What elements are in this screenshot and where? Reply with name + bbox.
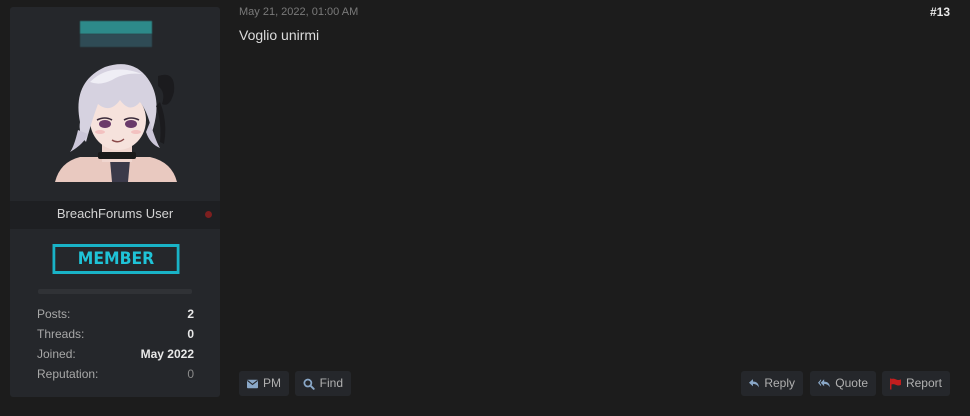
find-button-label: Find xyxy=(319,376,343,390)
author-stats: Posts: 2 Threads: 0 Joined: May 2022 Rep… xyxy=(37,304,194,384)
stat-value[interactable]: 2 xyxy=(187,304,194,324)
usertitle-bar: BreachForums User xyxy=(10,201,220,229)
stat-label: Posts: xyxy=(37,307,71,321)
post-date: May 21, 2022, 01:00 AM xyxy=(239,6,359,18)
stat-value[interactable]: 0 xyxy=(187,324,194,344)
offline-dot-icon xyxy=(205,211,212,218)
envelope-icon xyxy=(247,379,258,388)
flag-icon xyxy=(890,378,901,389)
quote-button-label: Quote xyxy=(835,376,868,390)
quote-button[interactable]: Quote xyxy=(810,371,876,396)
reply-button-label: Reply xyxy=(764,376,795,390)
report-button-label: Report xyxy=(905,376,942,390)
stat-posts: Posts: 2 xyxy=(37,304,194,324)
stat-value: May 2022 xyxy=(140,347,194,361)
pm-button[interactable]: PM xyxy=(239,371,289,396)
search-icon xyxy=(303,378,315,390)
stat-label: Threads: xyxy=(37,327,85,341)
report-button[interactable]: Report xyxy=(882,371,950,396)
stat-label: Reputation: xyxy=(37,367,99,381)
username-redacted[interactable] xyxy=(80,21,152,47)
find-button[interactable]: Find xyxy=(295,371,351,396)
stat-reputation: Reputation: 0 xyxy=(37,364,194,384)
author-panel: BreachForums User MEMBER Posts: 2 Thread… xyxy=(10,7,220,397)
usertitle: BreachForums User xyxy=(56,206,174,221)
reply-button[interactable]: Reply xyxy=(741,371,803,396)
reply-icon xyxy=(749,379,759,388)
stat-value[interactable]: 0 xyxy=(187,364,194,384)
pm-button-label: PM xyxy=(263,376,281,390)
avatar[interactable] xyxy=(50,52,180,182)
stat-threads: Threads: 0 xyxy=(37,324,194,344)
reputation-bar xyxy=(38,289,192,294)
stat-joined: Joined: May 2022 xyxy=(37,344,194,364)
forum-post: BreachForums User MEMBER Posts: 2 Thread… xyxy=(0,0,970,416)
reply-all-icon xyxy=(818,379,830,388)
post-number-link[interactable]: #13 xyxy=(930,5,950,19)
rank-badge: MEMBER xyxy=(52,244,180,274)
stat-label: Joined: xyxy=(37,347,76,361)
post-content: Voglio unirmi xyxy=(239,27,320,43)
